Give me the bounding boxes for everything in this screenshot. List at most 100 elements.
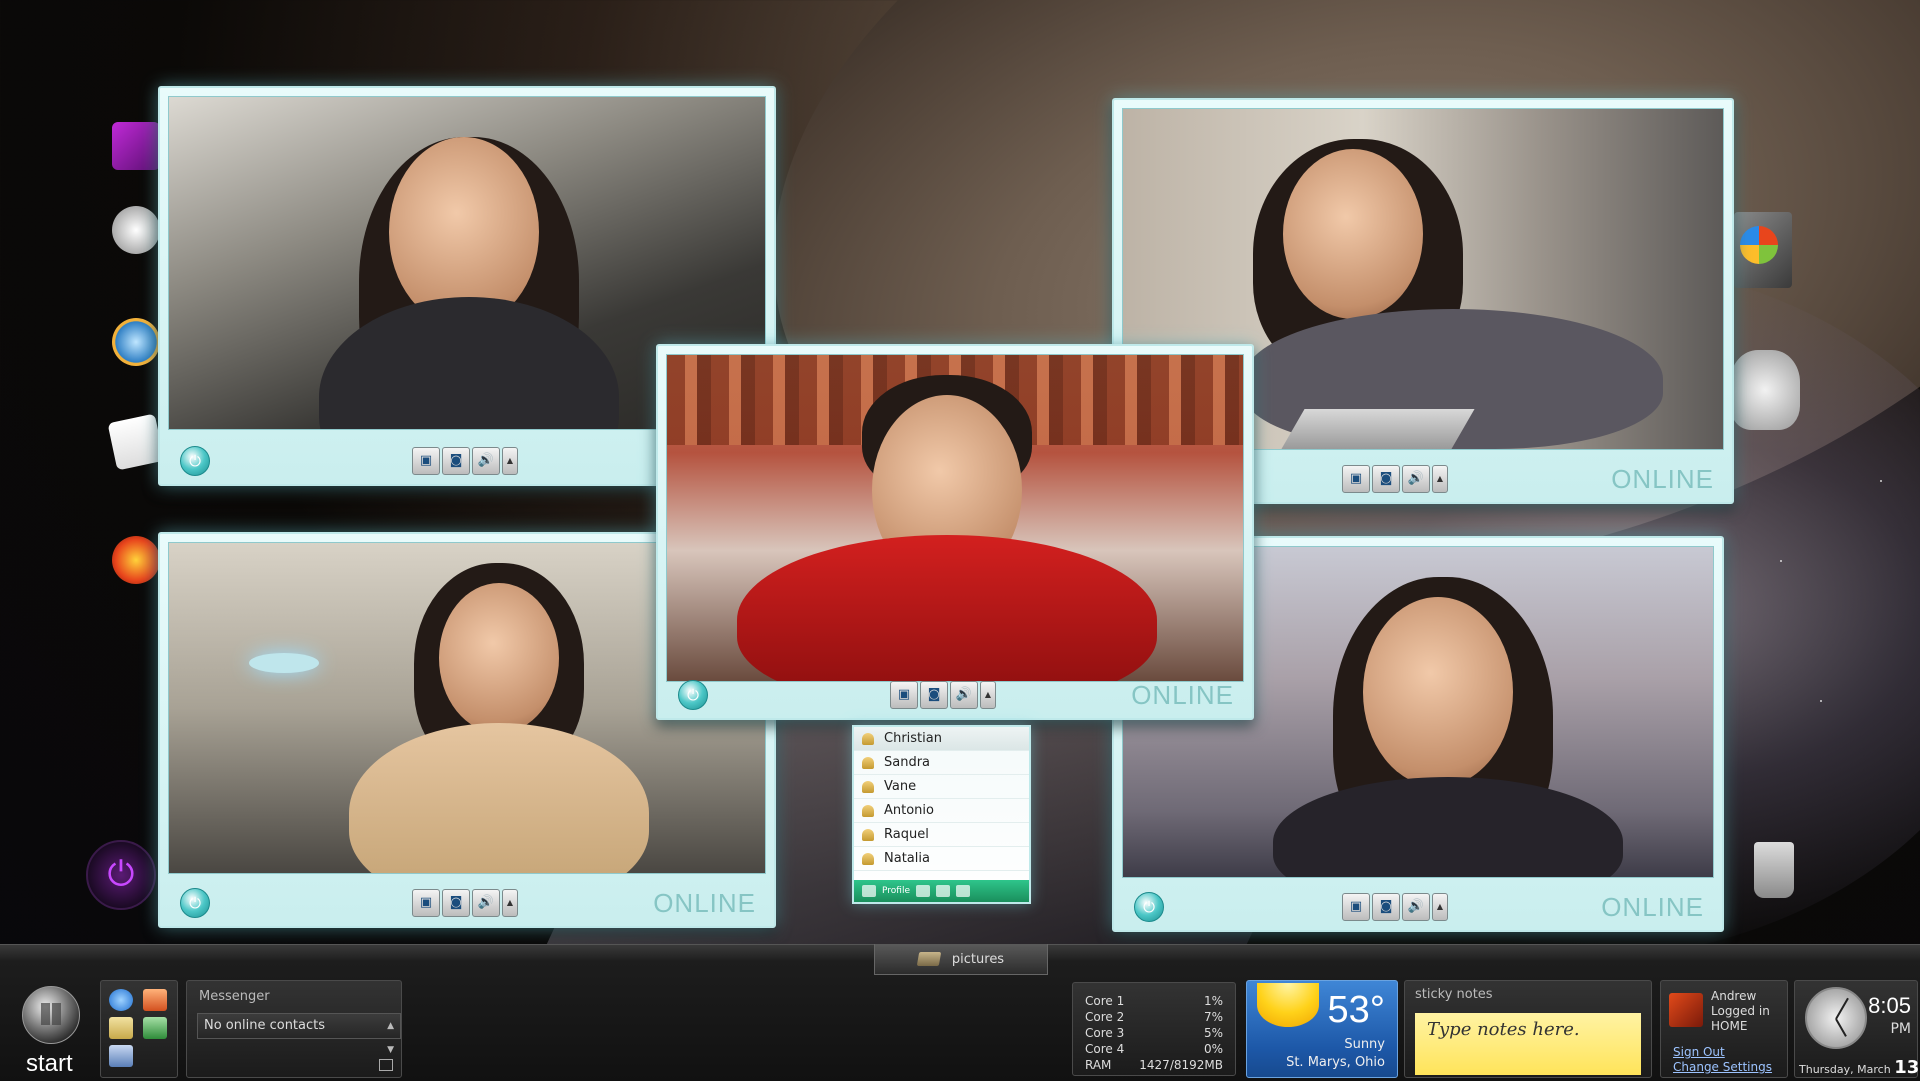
profile-label[interactable]: Profile <box>882 886 910 896</box>
control-buttons: ▣ ◙ 🔊 ▲ <box>412 889 518 917</box>
messenger-title: Messenger <box>199 989 270 1004</box>
cpu-row-value: 5% <box>1203 1026 1223 1040</box>
pictures-tab[interactable]: pictures <box>874 944 1048 975</box>
control-bar: ⏻ ▣ ◙ 🔊 ▲ ONLINE <box>1114 884 1722 930</box>
internet-explorer-icon[interactable] <box>109 989 133 1011</box>
webcam-window-center[interactable]: ⏻ ▣ ◙ 🔊 ▲ ONLINE <box>656 344 1254 720</box>
cpu-meter-widget: Core 1 1% Core 2 7% Core 3 5% Core 4 0% RAM 1… <box>1072 982 1236 1076</box>
video-button[interactable]: ▣ <box>1342 893 1370 921</box>
status-label: ONLINE <box>653 888 756 918</box>
contact-name: Antonio <box>884 803 934 818</box>
excel-icon[interactable] <box>143 1017 167 1039</box>
volume-dropdown-button[interactable]: ▲ <box>502 447 518 475</box>
clock-ampm: PM <box>1890 1021 1911 1037</box>
avatar[interactable] <box>1669 993 1703 1027</box>
list-item[interactable]: Vane <box>854 775 1029 799</box>
cpu-row-value: 0% <box>1203 1042 1223 1056</box>
camera-button[interactable]: ◙ <box>1372 465 1400 493</box>
volume-button[interactable]: 🔊 <box>1402 893 1430 921</box>
video-button[interactable]: ▣ <box>890 681 918 709</box>
video-person-face <box>1283 149 1423 319</box>
windows-logo-icon <box>1740 226 1778 264</box>
game-controller-icon[interactable] <box>1730 350 1800 430</box>
recycle-bin-icon[interactable] <box>1754 842 1794 898</box>
game-icon[interactable] <box>112 536 160 584</box>
change-settings-link[interactable]: Change Settings <box>1673 1060 1772 1074</box>
video-button[interactable]: ▣ <box>412 447 440 475</box>
chat-icon[interactable] <box>915 885 930 897</box>
quick-launch <box>100 980 178 1078</box>
power-icon[interactable]: ⏻ <box>86 840 156 910</box>
camera-button[interactable]: ◙ <box>920 681 948 709</box>
solitaire-icon[interactable] <box>107 413 165 471</box>
video-button[interactable]: ▣ <box>412 889 440 917</box>
volume-dropdown-button[interactable]: ▲ <box>1432 893 1448 921</box>
power-button[interactable]: ⏻ <box>180 446 210 476</box>
camera-button[interactable]: ◙ <box>442 447 470 475</box>
mail-icon[interactable] <box>935 885 950 897</box>
volume-button[interactable]: 🔊 <box>1402 465 1430 493</box>
user-name: Andrew <box>1711 989 1757 1003</box>
video-button[interactable]: ▣ <box>1342 465 1370 493</box>
cpu-row-label: Core 4 <box>1085 1042 1125 1056</box>
volume-button[interactable]: 🔊 <box>950 681 978 709</box>
start-button[interactable]: start <box>10 980 94 1077</box>
volume-dropdown-button[interactable]: ▲ <box>1432 465 1448 493</box>
clock-widget[interactable]: 8:05 PM Thursday, March 13 <box>1794 980 1919 1078</box>
media-player-icon[interactable] <box>112 318 160 366</box>
messenger-contacts-select[interactable]: No online contacts ▲ ▼ <box>197 1013 401 1055</box>
list-item[interactable]: Christian <box>854 727 1029 751</box>
user-widget: Andrew Logged in HOME Sign Out Change Se… <box>1660 980 1788 1078</box>
weather-widget[interactable]: 53° Sunny St. Marys, Ohio <box>1246 980 1398 1078</box>
list-item[interactable]: Sandra <box>854 751 1029 775</box>
sun-icon <box>1257 983 1319 1027</box>
power-button[interactable]: ⏻ <box>1134 892 1164 922</box>
word-icon[interactable] <box>109 1045 133 1067</box>
restore-icon[interactable] <box>379 1059 393 1071</box>
sticky-note-input[interactable]: Type notes here. <box>1415 1013 1641 1075</box>
star <box>1780 560 1782 562</box>
user-status: Logged in <box>1711 1004 1770 1018</box>
profile-icon[interactable] <box>862 885 876 897</box>
volume-dropdown-button[interactable]: ▲ <box>980 681 996 709</box>
start-label: start <box>26 1050 73 1077</box>
clock-icon <box>1805 987 1867 1049</box>
cpu-row: Core 1 1% <box>1085 993 1223 1009</box>
cpu-row-value: 7% <box>1203 1010 1223 1024</box>
power-button[interactable]: ⏻ <box>180 888 210 918</box>
list-item[interactable]: Antonio <box>854 799 1029 823</box>
camera-button[interactable]: ◙ <box>1372 893 1400 921</box>
contact-name: Sandra <box>884 755 931 770</box>
folder-icon[interactable] <box>109 1017 133 1039</box>
control-bar: ⏻ ▣ ◙ 🔊 ▲ ONLINE <box>160 880 774 926</box>
video-laptop <box>1281 409 1475 449</box>
camera-button[interactable]: ◙ <box>442 889 470 917</box>
contact-name: Raquel <box>884 827 929 842</box>
status-label: ONLINE <box>1131 680 1234 710</box>
star <box>1820 700 1822 702</box>
sticky-notes-widget: sticky notes Type notes here. <box>1404 980 1652 1078</box>
weather-temperature: 53° <box>1327 989 1385 1031</box>
clock-time: 8:05 <box>1868 993 1911 1018</box>
contact-toolbar: Profile <box>854 880 1029 902</box>
list-item[interactable]: Natalia <box>854 847 1029 871</box>
network-icon[interactable] <box>112 206 160 254</box>
cpu-row-value: 1% <box>1203 994 1223 1008</box>
volume-button[interactable]: 🔊 <box>472 889 500 917</box>
contact-name: Vane <box>884 779 917 794</box>
windows-computer-icon[interactable] <box>1734 212 1792 288</box>
sign-out-link[interactable]: Sign Out <box>1673 1045 1725 1059</box>
volume-dropdown-button[interactable]: ▲ <box>502 889 518 917</box>
control-buttons: ▣ ◙ 🔊 ▲ <box>1342 893 1448 921</box>
video-person-body <box>1273 777 1623 877</box>
list-item[interactable]: Raquel <box>854 823 1029 847</box>
cpu-row: Core 2 7% <box>1085 1009 1223 1025</box>
clock-date: Thursday, March 13 <box>1799 1057 1919 1078</box>
power-button[interactable]: ⏻ <box>678 680 708 710</box>
weather-condition: Sunny <box>1344 1037 1385 1052</box>
file-icon[interactable] <box>955 885 970 897</box>
outlook-icon[interactable] <box>143 989 167 1011</box>
cpu-row-label: Core 1 <box>1085 994 1125 1008</box>
volume-button[interactable]: 🔊 <box>472 447 500 475</box>
media-center-icon[interactable] <box>112 122 160 170</box>
